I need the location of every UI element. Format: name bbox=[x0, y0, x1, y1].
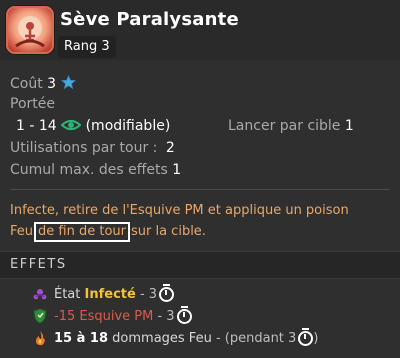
effect-damage-text: dommages Feu bbox=[112, 330, 212, 346]
uses-per-turn-value: 2 bbox=[165, 140, 175, 156]
range-label: Portée bbox=[10, 96, 55, 112]
effect-duration: - (pendant 3 bbox=[215, 330, 297, 346]
effect-prefix: État bbox=[54, 286, 81, 302]
divider bbox=[10, 189, 390, 190]
casts-per-target-label: Lancer par cible bbox=[228, 118, 341, 134]
range-value: 1 - 14 bbox=[16, 118, 57, 134]
uses-per-turn-row: Utilisations par tour : 2 bbox=[10, 140, 175, 156]
effect-item: 15 à 18 dommages Feu - (pendant 3) bbox=[32, 327, 319, 346]
star-icon bbox=[60, 74, 76, 90]
clock-icon bbox=[298, 327, 314, 346]
effect-item: -15 Esquive PM - 3 bbox=[32, 305, 192, 324]
effect-duration: - 3 bbox=[139, 286, 158, 302]
effect-duration-close: ) bbox=[313, 330, 319, 346]
description-line-2: Feu de fin de tour sur la cible. bbox=[10, 222, 395, 242]
rank-badge: Rang 3 bbox=[58, 36, 116, 58]
effects-title: EFFETS bbox=[10, 257, 67, 272]
eye-icon bbox=[60, 119, 82, 131]
effect-item: État Infecté - 3 bbox=[32, 283, 175, 302]
range-note: (modifiable) bbox=[85, 118, 171, 134]
cost-label: Coût bbox=[10, 76, 43, 92]
description-highlight: de fin de tour bbox=[34, 222, 130, 242]
casts-per-target-value: 1 bbox=[344, 118, 354, 134]
clock-icon bbox=[159, 283, 175, 302]
description-prefix: Feu bbox=[10, 224, 34, 239]
effect-state: Infecté bbox=[84, 286, 136, 302]
max-stack-value: 1 bbox=[172, 162, 182, 178]
effect-dodge-loss: -15 Esquive PM bbox=[54, 308, 154, 324]
tooltip-header: Sève Paralysante Rang 3 bbox=[0, 0, 400, 60]
effect-damage-amount: 15 à 18 bbox=[54, 330, 109, 346]
spell-title: Sève Paralysante bbox=[60, 9, 239, 30]
description-line-1: Infecte, retire de l'Esquive PM et appli… bbox=[10, 203, 349, 218]
cost-row: Coût 3 bbox=[10, 74, 76, 92]
fire-icon bbox=[36, 331, 45, 346]
spell-icon bbox=[6, 6, 54, 54]
shield-icon bbox=[33, 308, 47, 324]
effects-header: EFFETS bbox=[0, 251, 400, 279]
effect-duration: - 3 bbox=[157, 308, 175, 324]
cost-value: 3 bbox=[47, 76, 57, 92]
uses-per-turn-label: Utilisations par tour : bbox=[10, 140, 158, 156]
infected-icon bbox=[33, 289, 47, 300]
range-row: 1 - 14 (modifiable) bbox=[16, 118, 170, 134]
casts-per-target-row: Lancer par cible 1 bbox=[228, 118, 354, 134]
spell-tooltip: Sève Paralysante Rang 3 Coût 3 Portée 1 … bbox=[0, 0, 400, 358]
max-stack-label: Cumul max. des effets bbox=[10, 162, 168, 178]
clock-icon bbox=[176, 305, 192, 324]
description-suffix: sur la cible. bbox=[130, 224, 206, 239]
max-stack-row: Cumul max. des effets 1 bbox=[10, 162, 181, 178]
